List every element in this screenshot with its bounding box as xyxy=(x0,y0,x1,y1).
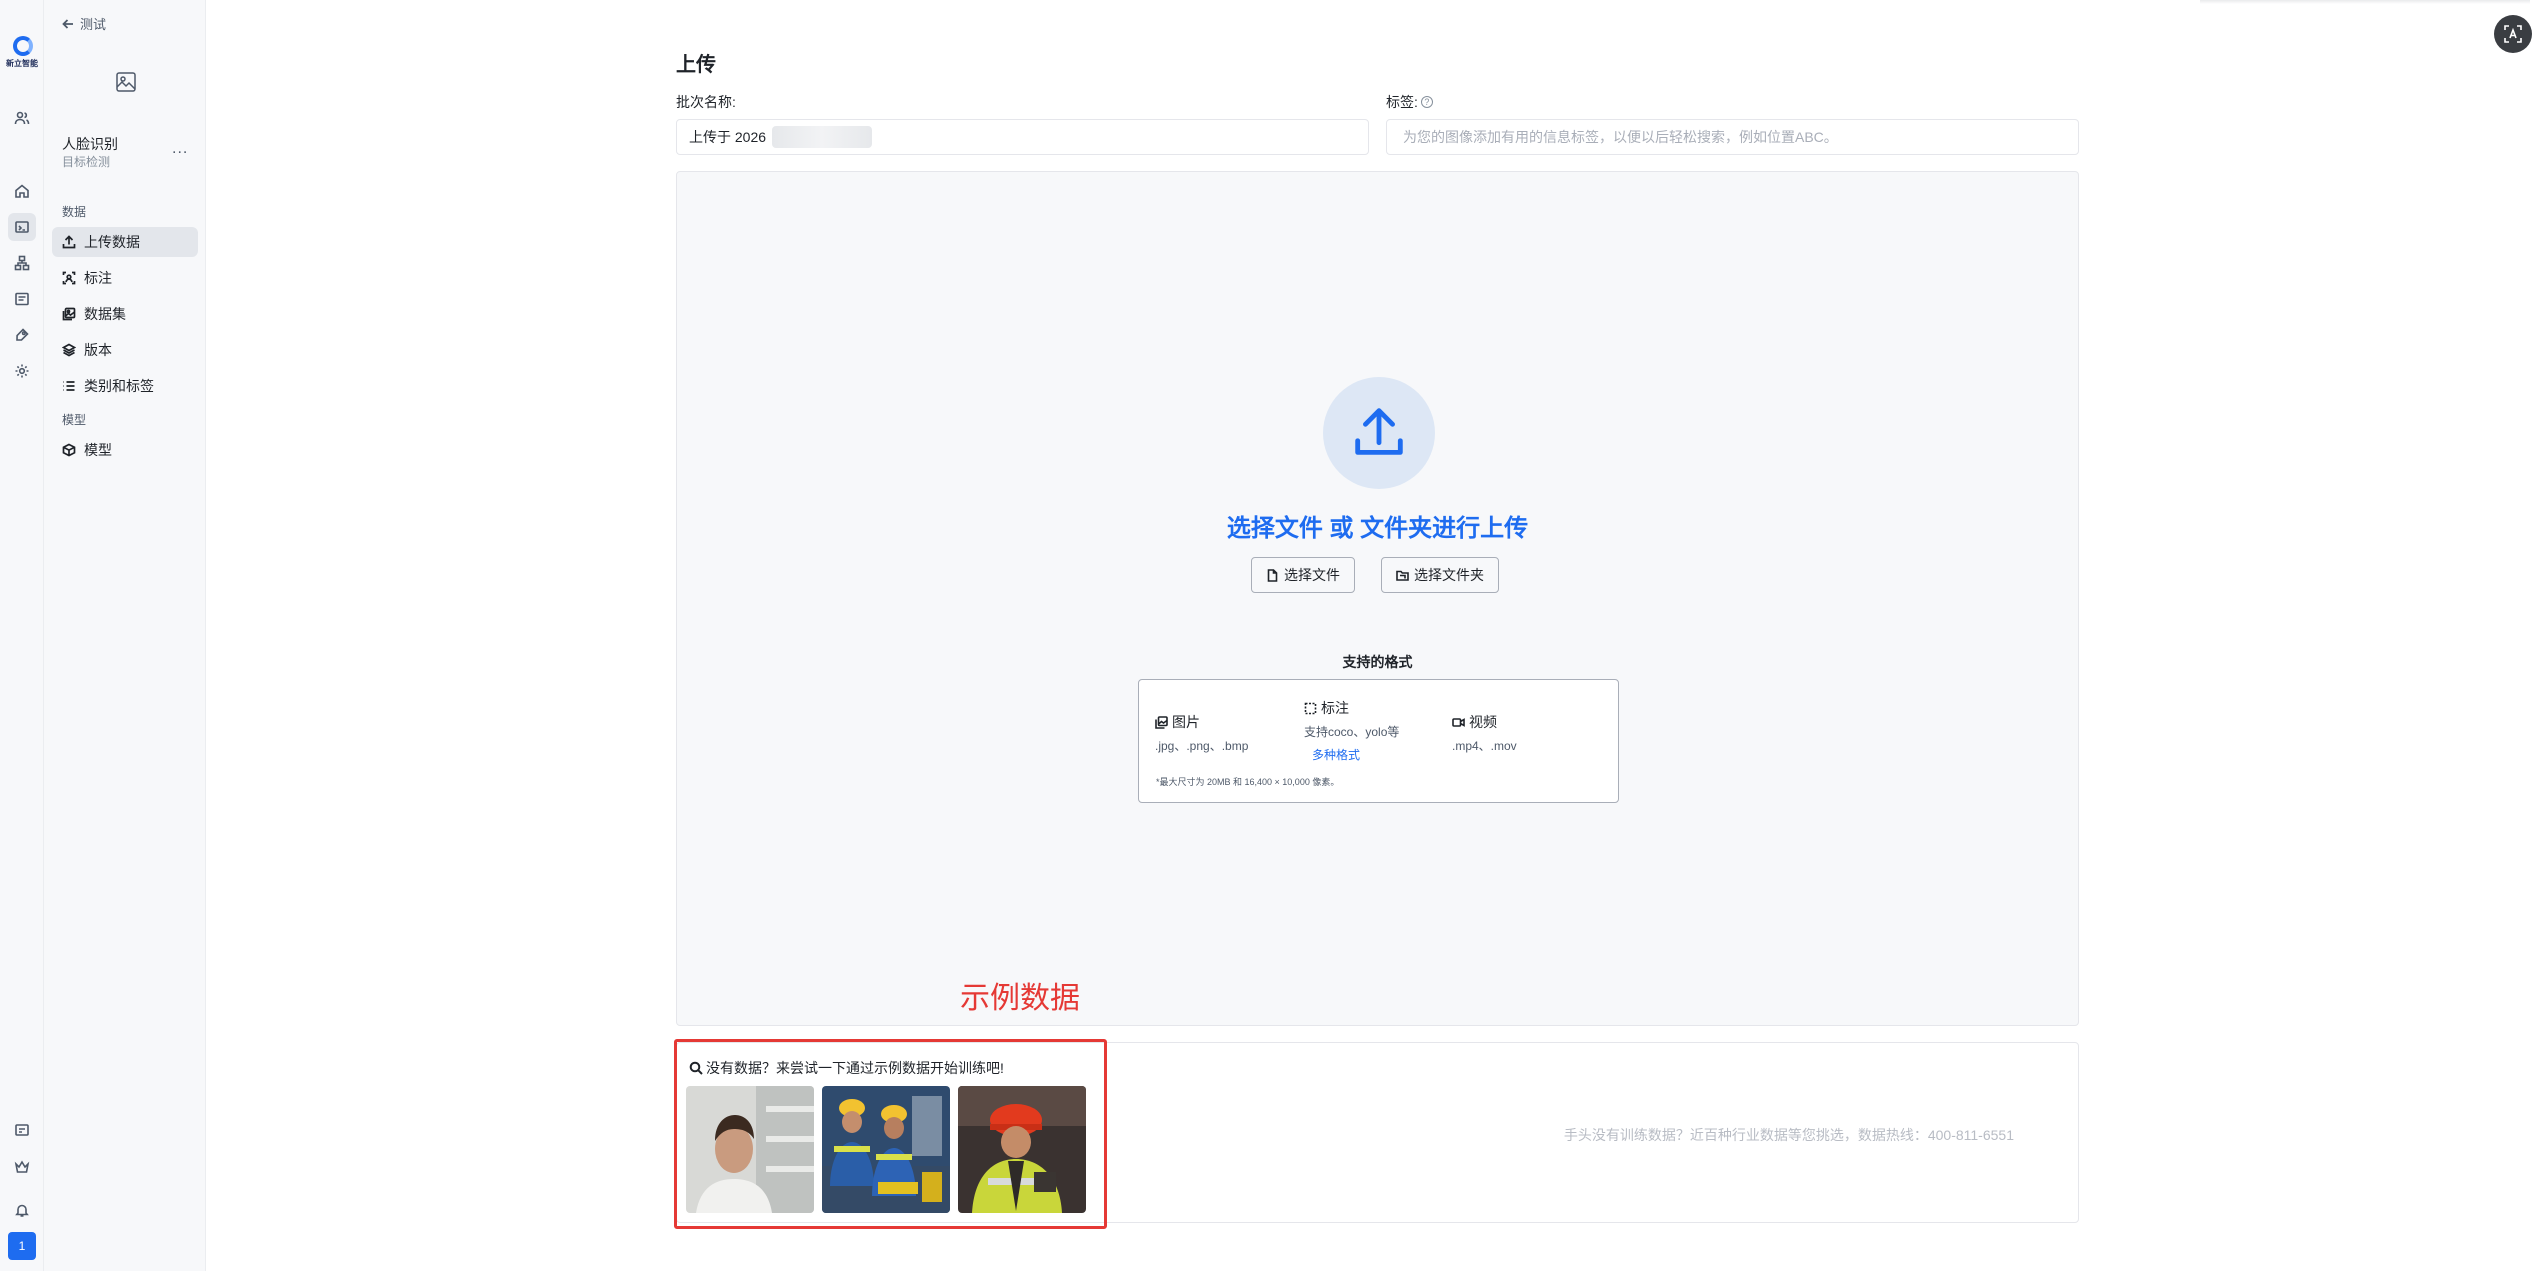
format-video: 视频 .mp4、.mov xyxy=(1452,714,1517,753)
select-folder-button[interactable]: 选择文件夹 xyxy=(1381,557,1499,593)
redacted-blur xyxy=(772,126,873,148)
sidebar-item-version[interactable]: 版本 xyxy=(52,335,198,365)
size-note: *最大尺寸为 20MB 和 16,400 × 10,000 像素。 xyxy=(1156,777,1340,787)
settings-icon[interactable] xyxy=(8,357,36,385)
sidebar-item-model[interactable]: 模型 xyxy=(52,435,198,465)
section-model-label: 模型 xyxy=(62,413,87,427)
folder-icon xyxy=(1396,570,1409,581)
arrow-left-icon xyxy=(62,18,73,29)
image-extensions: .jpg、.png、.bmp xyxy=(1155,739,1249,753)
example-data-annotation: 示例数据 xyxy=(960,982,1080,1015)
video-extensions: .mp4、.mov xyxy=(1452,739,1517,753)
sidebar-item-label: 模型 xyxy=(84,442,112,458)
sample-data-highlight: 没有数据？来尝试一下通过示例数据开始训练吧! xyxy=(674,1039,1107,1229)
bounding-box-icon xyxy=(1304,702,1317,714)
icon-rail: 新立智能 1 xyxy=(0,0,44,1271)
data-icon[interactable] xyxy=(8,213,36,241)
back-label: 测试 xyxy=(80,17,107,32)
dataset-icon xyxy=(62,307,76,321)
sample-image-face[interactable] xyxy=(686,1086,814,1213)
tags-placeholder: 为您的图像添加有用的信息标签，以便以后轻松搜索，例如位置ABC。 xyxy=(1403,129,1838,145)
images-icon xyxy=(1155,715,1168,729)
sidebar-item-upload[interactable]: 上传数据 xyxy=(52,227,198,257)
sample-prompt: 没有数据？来尝试一下通过示例数据开始训练吧! xyxy=(689,1058,1004,1078)
tags-input[interactable]: 为您的图像添加有用的信息标签，以便以后轻松搜索，例如位置ABC。 xyxy=(1386,119,2079,155)
upload-icon xyxy=(1323,377,1435,489)
team-icon[interactable] xyxy=(8,104,36,132)
annotate-icon xyxy=(62,271,76,285)
top-shadow xyxy=(2200,0,2530,4)
sidebar-item-label: 标注 xyxy=(84,270,112,286)
tags-label: 标签: ? xyxy=(1386,92,1433,112)
billing-icon[interactable] xyxy=(8,1116,36,1144)
formats-title: 支持的格式 xyxy=(1342,654,1413,670)
docs-icon[interactable] xyxy=(8,285,36,313)
format-annotation: 标注 支持coco、yolo等 多种格式 xyxy=(1304,700,1400,763)
search-icon xyxy=(689,1061,703,1075)
sidebar-item-label: 上传数据 xyxy=(84,234,140,250)
section-data-label: 数据 xyxy=(62,205,87,219)
help-icon[interactable]: ? xyxy=(1420,96,1433,108)
video-icon xyxy=(1452,717,1465,727)
project-name: 人脸识别 xyxy=(62,136,118,152)
cube-icon xyxy=(62,443,76,457)
batch-name-label: 批次名称: xyxy=(676,94,736,110)
sidebar-item-classes[interactable]: 类别和标签 xyxy=(52,371,198,401)
user-avatar[interactable]: 1 xyxy=(8,1232,36,1260)
format-image: 图片 .jpg、.png、.bmp xyxy=(1155,714,1249,753)
more-icon[interactable]: ... xyxy=(172,140,188,158)
sidebar-item-annotate[interactable]: 标注 xyxy=(52,263,198,293)
annotation-desc: 支持coco、yolo等 xyxy=(1304,725,1400,739)
back-link[interactable]: 测试 xyxy=(62,14,106,33)
formats-link[interactable]: 多种格式 xyxy=(1312,746,1399,763)
file-icon xyxy=(1267,568,1278,582)
upload-dropzone[interactable]: 选择文件 或 文件夹进行上传 选择文件 选择文件夹 支持的格式 图片 .jpg、… xyxy=(676,171,2079,1026)
project-type: 目标检测 xyxy=(62,155,111,169)
batch-name-input[interactable]: 上传于 2026 xyxy=(676,119,1369,155)
crown-icon[interactable] xyxy=(8,1153,36,1181)
bell-icon[interactable] xyxy=(8,1196,36,1224)
brand-logo: 新立智能 xyxy=(5,36,39,72)
project-sidebar: 测试 人脸识别 目标检测 ... 数据 上传数据 标注 数据集 版本 类别和标签… xyxy=(44,0,206,1271)
sidebar-item-dataset[interactable]: 数据集 xyxy=(52,299,198,329)
sample-image-hardhat[interactable] xyxy=(958,1086,1086,1213)
home-icon[interactable] xyxy=(8,177,36,205)
layers-icon xyxy=(62,343,76,357)
workflow-icon[interactable] xyxy=(8,249,36,277)
formats-panel: 图片 .jpg、.png、.bmp 标注 支持coco、yolo等 多种格式 视… xyxy=(1138,679,1619,803)
sidebar-item-label: 数据集 xyxy=(84,306,126,322)
deploy-icon[interactable] xyxy=(8,321,36,349)
ocr-assistant-icon[interactable] xyxy=(2494,15,2532,53)
upload-icon xyxy=(62,235,76,249)
sample-image-workers[interactable] xyxy=(822,1086,950,1213)
select-file-button[interactable]: 选择文件 xyxy=(1251,557,1355,593)
sidebar-item-label: 版本 xyxy=(84,342,112,358)
sidebar-item-label: 类别和标签 xyxy=(84,378,154,394)
dropzone-title: 选择文件 或 文件夹进行上传 xyxy=(1226,515,1529,542)
hotline-text: 手头没有训练数据？近百种行业数据等您挑选，数据热线：400-811-6551 xyxy=(1563,1127,2014,1143)
page-title: 上传 xyxy=(676,54,716,76)
image-icon xyxy=(115,71,137,93)
batch-name-value: 上传于 2026 xyxy=(689,129,767,145)
list-icon xyxy=(63,381,75,391)
